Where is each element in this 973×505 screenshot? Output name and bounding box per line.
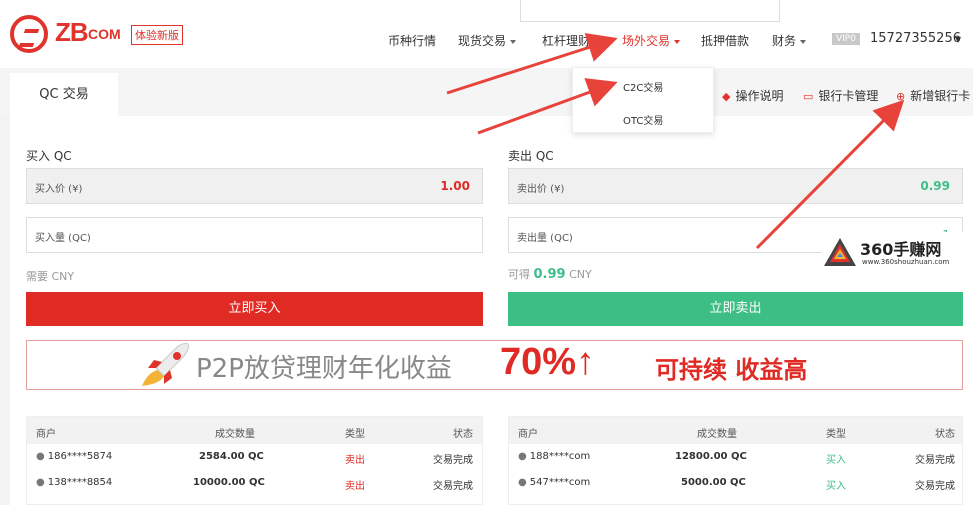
nav-finance[interactable]: 财务: [772, 32, 807, 49]
chevron-down-icon: [510, 39, 517, 44]
banner-slogan: 可持续 收益高: [655, 356, 808, 384]
trade-table-left: 商户 成交数量 类型 状态 ● 186****5874 2584.00 QC 卖出…: [26, 416, 483, 505]
table-row-merchant: ● 547****com: [518, 477, 591, 488]
table-row-merchant: ● 138****8854: [36, 477, 113, 488]
buy-price-label: 买入价 (¥): [35, 184, 83, 195]
tab-qc-trade[interactable]: QC 交易: [10, 73, 118, 116]
account-chevron-icon[interactable]: ▾: [955, 32, 961, 46]
col-status: 状态: [453, 429, 473, 440]
table-row-volume: 10000.00 QC: [193, 477, 265, 488]
user-icon: ●: [518, 451, 527, 462]
top-strip: [520, 0, 780, 22]
nav-loan[interactable]: 抵押借款: [701, 32, 749, 49]
col-volume: 成交数量: [215, 429, 255, 440]
col-merchant: 商户: [518, 429, 538, 440]
rocket-icon: [142, 342, 189, 386]
cube-icon: ◆: [722, 90, 731, 103]
table-row-status: 交易完成: [433, 455, 473, 466]
table-row-type: 卖出: [345, 481, 365, 492]
zb-logo-icon[interactable]: [10, 15, 48, 53]
user-icon: ●: [36, 451, 45, 462]
logo-zb-text[interactable]: ZB: [55, 17, 89, 48]
watermark-url: www.360shouzhuan.com: [862, 258, 950, 266]
user-icon: ●: [36, 477, 45, 488]
chevron-down-icon: [674, 39, 681, 44]
nav-spot-trade[interactable]: 现货交易: [458, 32, 517, 49]
nav-leverage[interactable]: 杠杆理财: [542, 32, 590, 49]
trade-table-right: 商户 成交数量 类型 状态 ● 188****com 12800.00 QC 买入…: [508, 416, 963, 505]
table-row-status: 交易完成: [915, 481, 955, 492]
watermark-title: 360手赚网: [860, 240, 942, 259]
col-type: 类型: [826, 429, 846, 440]
sell-price-label: 卖出价 (¥): [517, 184, 565, 195]
buy-price-field: 买入价 (¥) 1.00: [26, 168, 483, 204]
plus-circle-icon: ⊕: [896, 90, 906, 103]
table-row-type: 卖出: [345, 455, 365, 466]
card-icon: ▭: [803, 90, 814, 103]
table-row-merchant: ● 186****5874: [36, 451, 113, 462]
banner-percent: 70%↑: [500, 341, 596, 383]
user-account[interactable]: 15727355256: [870, 31, 961, 46]
sell-price-value: 0.99: [920, 179, 950, 193]
table-row-status: 交易完成: [915, 455, 955, 466]
table-row-volume: 2584.00 QC: [199, 451, 264, 462]
add-bank-card-link[interactable]: ⊕ 新增银行卡: [896, 87, 970, 104]
table-row-merchant: ● 188****com: [518, 451, 591, 462]
new-version-badge[interactable]: 体验新版: [131, 25, 183, 45]
col-volume: 成交数量: [697, 429, 737, 440]
bank-card-manage-link[interactable]: ▭ 银行卡管理: [803, 87, 878, 104]
buy-title: 买入 QC: [26, 149, 72, 163]
table-row-status: 交易完成: [433, 481, 473, 492]
buy-amount-input[interactable]: 买入量 (QC): [26, 217, 483, 253]
banner-text: P2P放贷理财年化收益: [196, 354, 452, 384]
col-type: 类型: [345, 429, 365, 440]
user-icon: ●: [518, 477, 527, 488]
vip-badge: VIP0: [832, 33, 860, 45]
buy-amount-placeholder: 买入量 (QC): [35, 233, 91, 244]
otc-dropdown-menu: C2C交易 OTC交易: [572, 67, 714, 133]
table-row-volume: 5000.00 QC: [681, 477, 746, 488]
sell-now-button[interactable]: 立即卖出: [508, 292, 963, 326]
col-status: 状态: [935, 429, 955, 440]
buy-price-value: 1.00: [440, 179, 470, 193]
sell-amount-placeholder: 卖出量 (QC): [517, 233, 573, 244]
table-row-type: 买入: [826, 481, 846, 492]
table-row-type: 买入: [826, 455, 846, 466]
nav-otc-trade[interactable]: 场外交易: [622, 32, 681, 49]
col-merchant: 商户: [36, 429, 56, 440]
buy-now-button[interactable]: 立即买入: [26, 292, 483, 326]
nav-coin-market[interactable]: 币种行情: [388, 32, 436, 49]
sell-title: 卖出 QC: [508, 149, 554, 163]
menu-item-otc[interactable]: OTC交易: [623, 112, 663, 127]
sell-price-field: 卖出价 (¥) 0.99: [508, 168, 963, 204]
watermark-logo-icon: [824, 238, 856, 266]
table-row-volume: 12800.00 QC: [675, 451, 747, 462]
logo-com-text[interactable]: COM: [88, 26, 121, 42]
chevron-down-icon: [800, 39, 807, 44]
guide-link[interactable]: ◆ 操作说明: [722, 87, 783, 104]
menu-item-c2c[interactable]: C2C交易: [623, 79, 663, 94]
buy-need-cny: 需要 CNY: [26, 270, 75, 283]
sell-get-cny: 可得 0.99 CNY: [508, 267, 592, 282]
